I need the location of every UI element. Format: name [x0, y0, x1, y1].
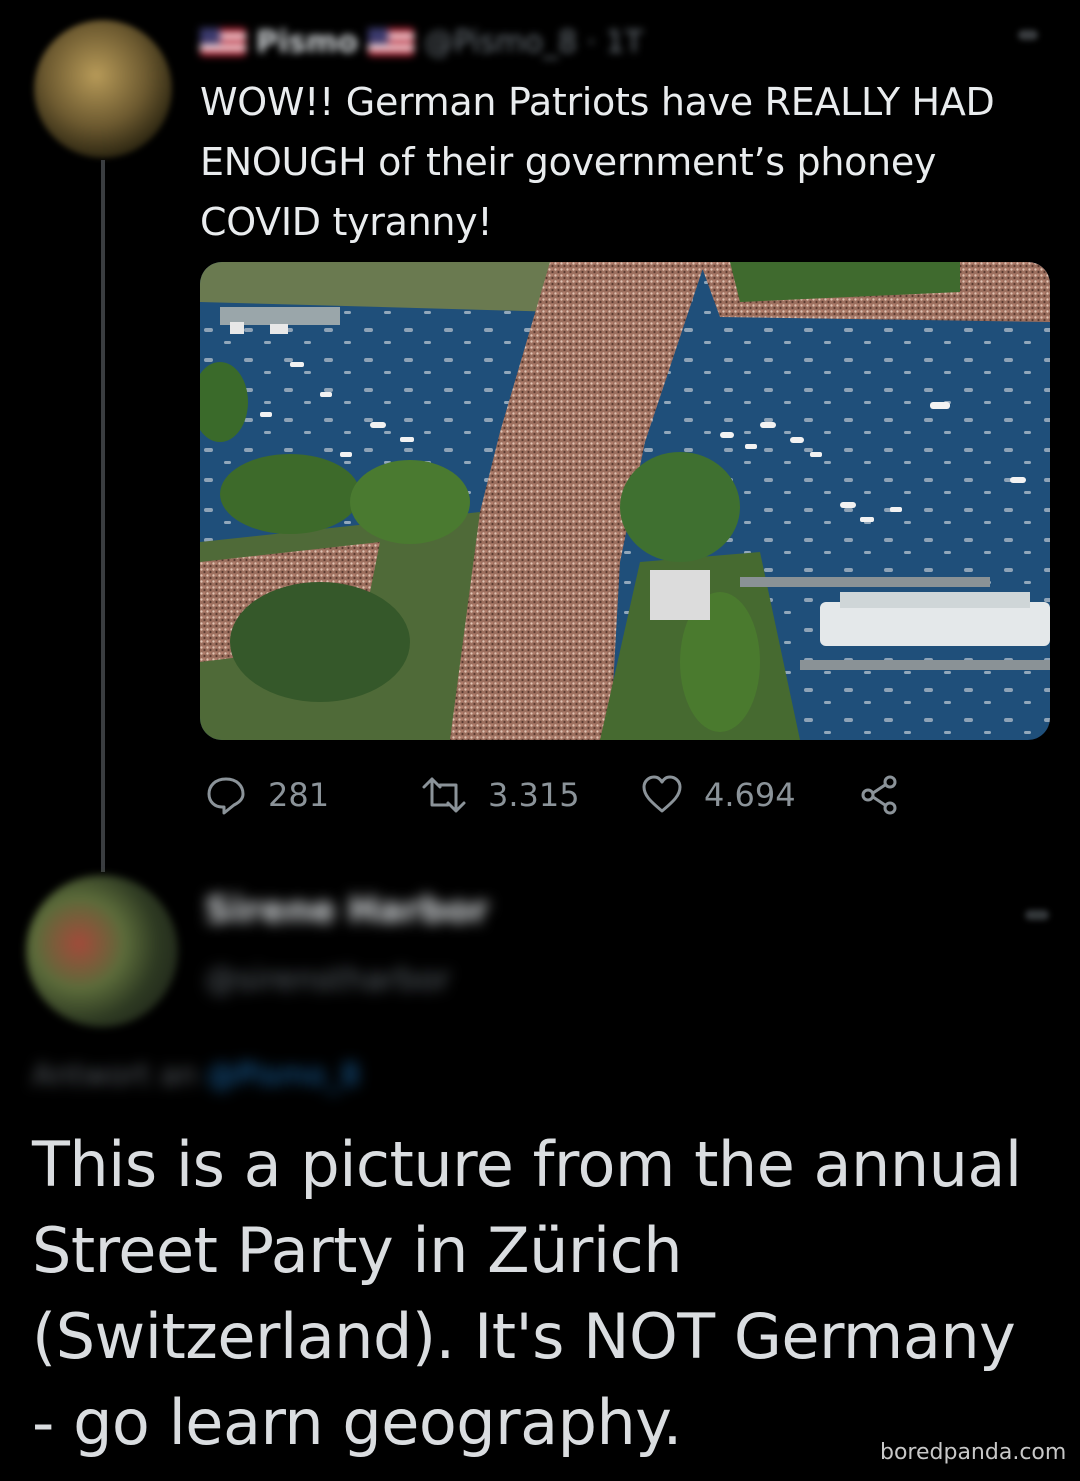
reply-more-options-icon[interactable] — [1025, 910, 1049, 920]
reply-author-name[interactable]: Sirene Harbor — [205, 890, 488, 931]
tweet-actions: 281 3.315 4.694 — [200, 770, 960, 820]
retweet-count: 3.315 — [488, 776, 580, 814]
thread-connector — [101, 160, 105, 872]
more-options-icon[interactable] — [1018, 30, 1038, 40]
replying-to: Antwort an @Pismo_8 — [32, 1058, 360, 1093]
us-flag-icon — [200, 28, 246, 56]
like-icon — [642, 775, 682, 813]
us-flag-icon — [368, 28, 414, 56]
retweet-icon — [422, 777, 466, 813]
tweet-text: WOW!! German Patriots have REALLY HAD EN… — [200, 80, 995, 244]
author-display-name: Pismo — [256, 24, 358, 60]
reply-icon — [207, 777, 245, 815]
tweet-photo[interactable] — [200, 262, 1050, 740]
author-handle: @Pismo_8 · 1T — [424, 24, 644, 60]
reply-button[interactable]: 281 — [204, 770, 329, 820]
retweet-button[interactable]: 3.315 — [420, 770, 580, 820]
reply-text: This is a picture from the annual Street… — [32, 1128, 1022, 1459]
reply-count: 281 — [268, 776, 330, 814]
author-name-row[interactable]: Pismo @Pismo_8 · 1T — [200, 22, 643, 62]
author-avatar[interactable] — [34, 20, 172, 158]
watermark: boredpanda.com — [880, 1440, 1067, 1465]
reply-author-avatar[interactable] — [26, 875, 178, 1027]
share-icon — [861, 775, 897, 815]
replying-to-mention[interactable]: @Pismo_8 — [207, 1058, 360, 1093]
replying-to-label: Antwort an — [32, 1058, 198, 1093]
share-button[interactable] — [858, 770, 902, 820]
reply-author-handle: @sirenstharbor — [205, 960, 451, 998]
like-button[interactable]: 4.694 — [640, 770, 796, 820]
like-count: 4.694 — [704, 776, 796, 814]
